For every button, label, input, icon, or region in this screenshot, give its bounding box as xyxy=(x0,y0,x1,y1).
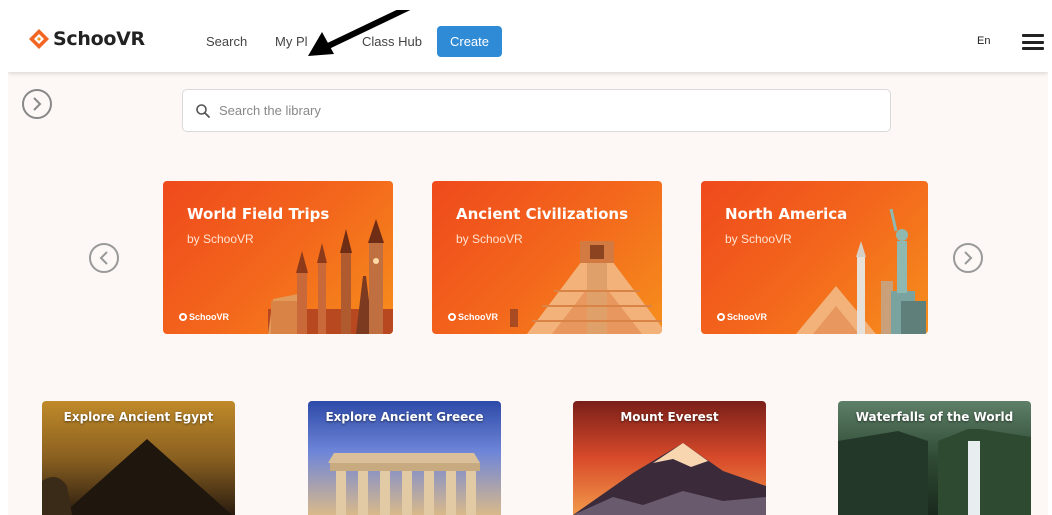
nav-search-link[interactable]: Search xyxy=(206,34,247,49)
tile-title: Mount Everest xyxy=(620,410,719,424)
search-input[interactable] xyxy=(219,90,859,131)
card-subtitle: by SchooVR xyxy=(725,232,792,246)
app-frame: SchooVR Search My Pl Class Hub Create En xyxy=(8,10,1048,515)
brand-dot-icon xyxy=(717,313,725,321)
card-title: Ancient Civilizations xyxy=(456,205,628,223)
card-brand-label: SchooVR xyxy=(727,312,768,322)
carousel-prev-button[interactable] xyxy=(89,243,119,273)
card-brand-mark: SchooVR xyxy=(717,312,767,322)
tile-title: Waterfalls of the World xyxy=(855,410,1014,424)
menu-bar xyxy=(1022,40,1044,44)
top-nav-bar: SchooVR Search My Pl Class Hub Create En xyxy=(8,10,1048,72)
card-subtitle: by SchooVR xyxy=(456,232,523,246)
brand-logo[interactable]: SchooVR xyxy=(28,28,145,50)
collection-card-world-field-trips[interactable]: World Field Trips by SchooVR SchooVR xyxy=(163,181,393,334)
card-brand-mark: SchooVR xyxy=(179,312,229,322)
annotation-arrow-icon xyxy=(308,10,411,56)
sidebar-toggle-button[interactable] xyxy=(22,89,52,119)
collection-card-north-america[interactable]: North America by SchooVR SchooVR xyxy=(701,181,928,334)
library-search-box[interactable] xyxy=(182,89,891,132)
brand-dot-icon xyxy=(179,313,187,321)
card-brand-label: SchooVR xyxy=(458,312,499,322)
create-button[interactable]: Create xyxy=(437,26,502,57)
schoovr-logo-icon xyxy=(29,29,49,49)
search-icon xyxy=(196,104,210,118)
menu-bar xyxy=(1022,34,1044,37)
chevron-right-icon xyxy=(33,97,42,111)
card-title: World Field Trips xyxy=(187,205,330,223)
tile-waterfalls-of-the-world[interactable]: Waterfalls of the World xyxy=(838,401,1031,515)
tile-explore-ancient-greece[interactable]: Explore Ancient Greece xyxy=(308,401,501,515)
card-brand-label: SchooVR xyxy=(189,312,230,322)
hamburger-menu-icon[interactable] xyxy=(1022,34,1044,50)
tile-title: Explore Ancient Egypt xyxy=(63,410,214,424)
tile-mount-everest[interactable]: Mount Everest xyxy=(573,401,766,515)
card-title: North America xyxy=(725,205,848,223)
menu-bar xyxy=(1022,47,1044,50)
card-brand-mark: SchooVR xyxy=(448,312,498,322)
language-selector[interactable]: En xyxy=(977,35,990,47)
brand-name: SchooVR xyxy=(53,28,145,50)
tile-title: Explore Ancient Greece xyxy=(325,410,484,424)
chevron-right-icon xyxy=(964,251,973,265)
brand-dot-icon xyxy=(448,313,456,321)
carousel-next-button[interactable] xyxy=(953,243,983,273)
card-subtitle: by SchooVR xyxy=(187,232,254,246)
tile-explore-ancient-egypt[interactable]: Explore Ancient Egypt xyxy=(42,401,235,515)
collection-card-ancient-civilizations[interactable]: Ancient Civilizations by SchooVR SchooVR xyxy=(432,181,662,334)
chevron-left-icon xyxy=(99,251,108,265)
